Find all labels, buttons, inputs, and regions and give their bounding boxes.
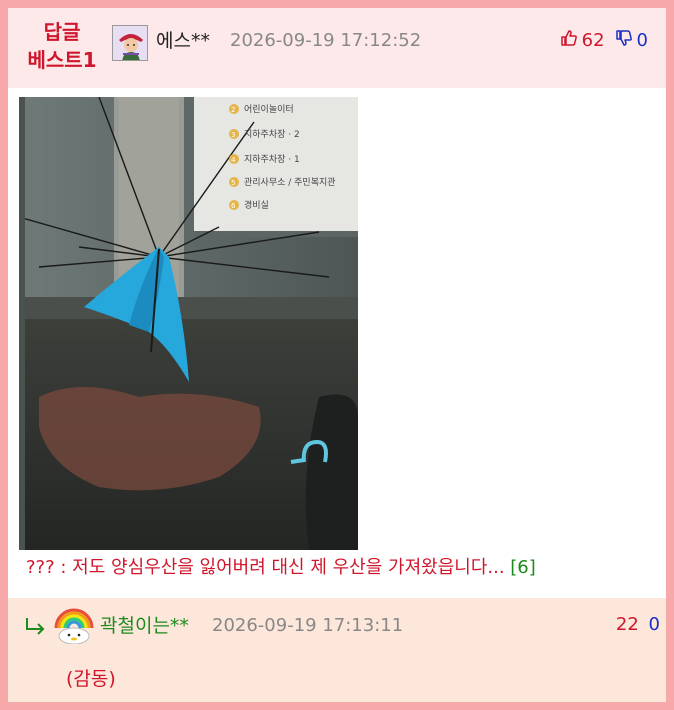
best-reply-badge: 답글 베스트1: [22, 18, 102, 74]
username[interactable]: 에스**: [156, 26, 210, 53]
svg-text:지하주차장 · 2: 지하주차장 · 2: [244, 128, 300, 140]
svg-text:관리사무소 / 주민복지관: 관리사무소 / 주민복지관: [244, 177, 336, 188]
photo-sign-row-4: 5 관리사무소 / 주민복지관: [229, 177, 336, 188]
svg-text:지하주차장 · 1: 지하주차장 · 1: [244, 153, 300, 165]
comment-body: ??? : 저도 양심우산을 잃어버려 대신 제 우산을 가져왔읍니다... […: [26, 553, 536, 579]
badge-line1: 답글: [43, 20, 81, 44]
svg-text:경비실: 경비실: [244, 199, 269, 211]
vote-controls: 62 0: [560, 29, 648, 52]
reply-downvote-count[interactable]: 0: [649, 614, 660, 635]
badge-line2: 베스트1: [27, 48, 97, 72]
reply-arrow-icon: [24, 616, 48, 640]
downvote-count: 0: [636, 30, 648, 51]
thumbs-up-icon[interactable]: [560, 29, 578, 52]
reply-vote-counts: 22 0: [616, 614, 660, 635]
attached-photo[interactable]: 2 어린이놀이터 3 지하주차장 · 2 4 지하주차장 · 1 5 관리사무소…: [19, 97, 358, 550]
comment-text: 저도 양심우산을 잃어버려 대신 제 우산을 가져왔읍니다...: [72, 557, 505, 578]
svg-text:2: 2: [231, 106, 235, 114]
comment-prefix: ??? :: [26, 557, 73, 578]
umbrella-photo: 2 어린이놀이터 3 지하주차장 · 2 4 지하주차장 · 1 5 관리사무소…: [19, 97, 358, 550]
avatar[interactable]: [112, 25, 148, 61]
post-datetime: 2026-09-19 17:12:52: [230, 30, 422, 51]
reply-upvote-count[interactable]: 22: [616, 614, 639, 635]
avatar-image: [113, 26, 147, 60]
reply-avatar[interactable]: [54, 604, 94, 644]
svg-text:어린이놀이터: 어린이놀이터: [244, 104, 294, 115]
reply-comment: 곽철이는** 2026-09-19 17:13:11 22 0 (감동): [8, 598, 666, 702]
comment-card: 답글 베스트1 에스** 2026-09-19 17:12:52 62 0 2 …: [8, 8, 666, 702]
svg-text:3: 3: [231, 131, 235, 139]
thumbs-down-icon[interactable]: [615, 29, 633, 52]
reply-username[interactable]: 곽철이는**: [100, 611, 189, 638]
photo-sign-row-5: 6 경비실: [229, 199, 269, 211]
svg-text:5: 5: [231, 179, 235, 187]
svg-text:6: 6: [231, 202, 236, 210]
reply-datetime: 2026-09-19 17:13:11: [212, 615, 404, 636]
reply-text: (감동): [66, 668, 116, 690]
reply-count[interactable]: [6]: [510, 557, 536, 578]
upvote-count: 62: [581, 30, 605, 51]
svg-text:4: 4: [231, 156, 236, 164]
rainbow-avatar-image: [54, 604, 94, 644]
comment-header: 답글 베스트1 에스** 2026-09-19 17:12:52 62 0: [8, 8, 666, 88]
